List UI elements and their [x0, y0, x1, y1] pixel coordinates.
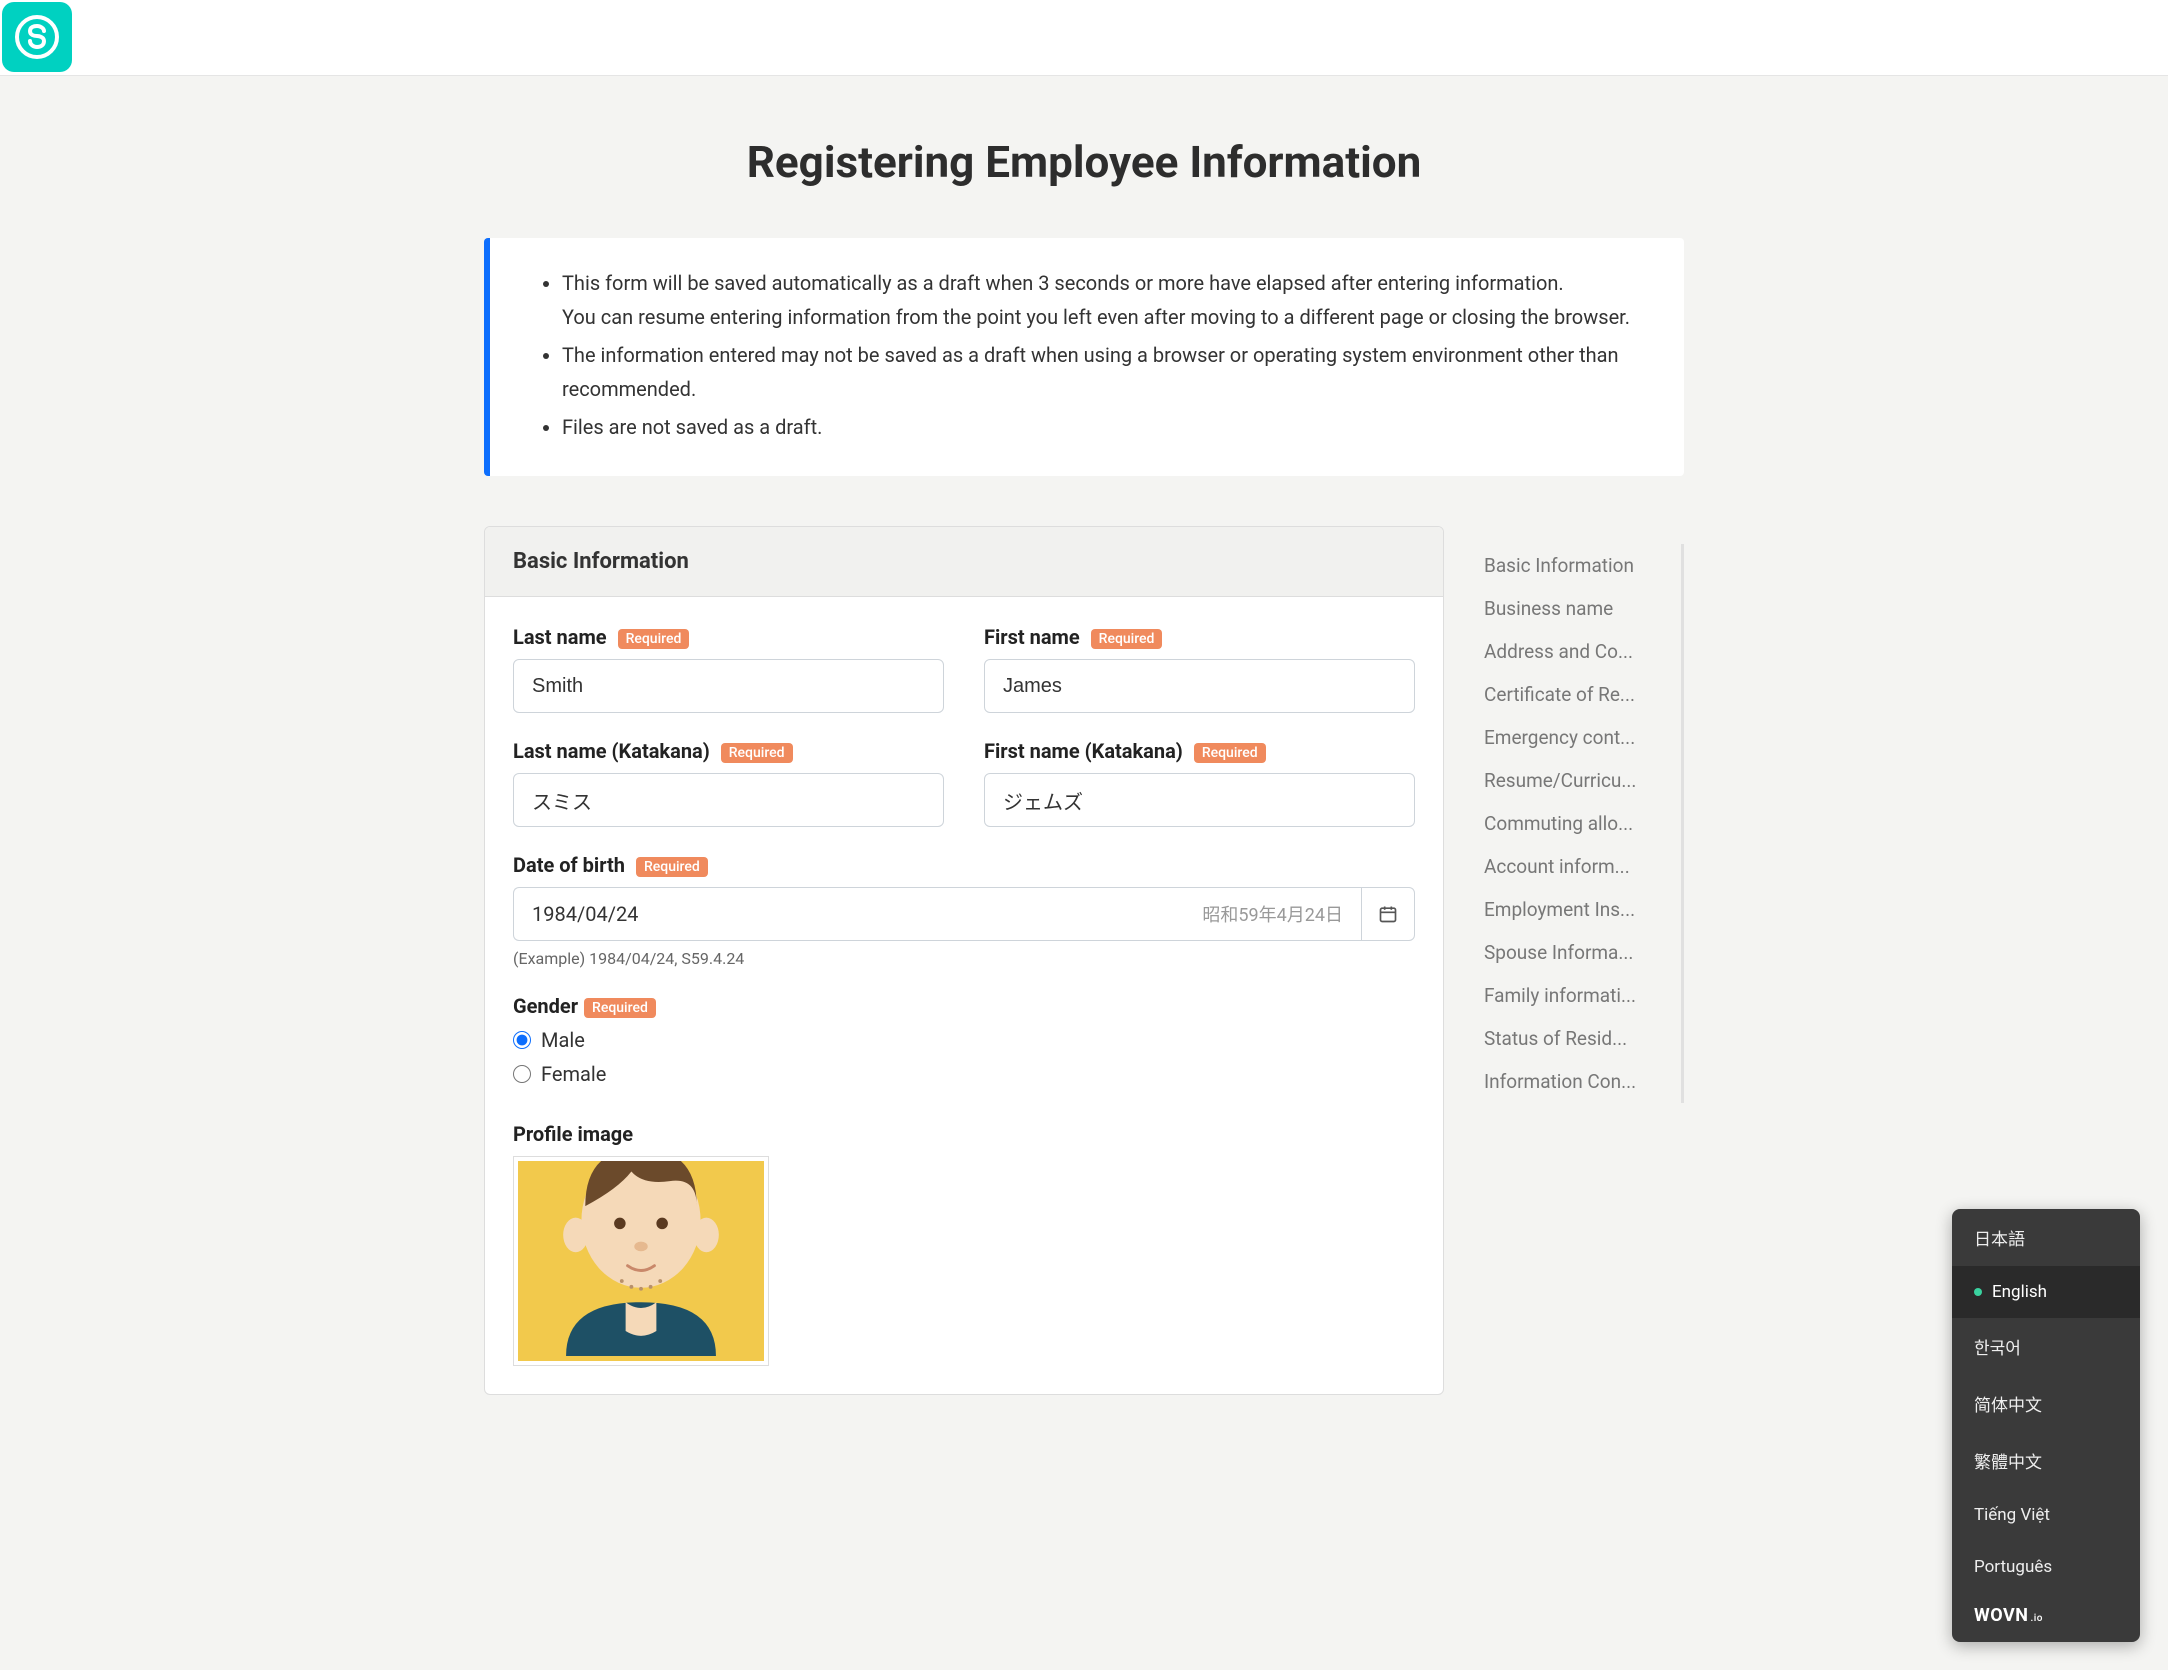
notice-item: Files are not saved as a draft.: [562, 410, 1644, 444]
section-nav: Basic Information Business name Address …: [1484, 544, 1684, 1103]
last-name-kana-label: Last name (Katakana) Required: [513, 739, 944, 763]
nav-item-employment-ins[interactable]: Employment Ins...: [1484, 888, 1681, 931]
nav-item-info-con[interactable]: Information Con...: [1484, 1060, 1681, 1103]
dob-input[interactable]: 1984/04/24 昭和59年4月24日: [513, 887, 1361, 941]
nav-item-family[interactable]: Family informati...: [1484, 974, 1681, 1017]
page-title: Registering Employee Information: [484, 136, 1684, 188]
notice-item: The information entered may not be saved…: [562, 338, 1644, 406]
basic-info-section: Basic Information Last name Required: [484, 526, 1444, 1395]
gender-male-option[interactable]: Male: [513, 1028, 1415, 1052]
last-name-label: Last name Required: [513, 625, 944, 649]
profile-image-label: Profile image: [513, 1122, 1415, 1146]
gender-male-radio[interactable]: [513, 1031, 531, 1049]
nav-item-resume[interactable]: Resume/Curricu...: [1484, 759, 1681, 802]
nav-item-spouse[interactable]: Spouse Informa...: [1484, 931, 1681, 974]
required-badge: Required: [584, 998, 656, 1018]
gender-female-option[interactable]: Female: [513, 1062, 1415, 1086]
first-name-kana-label: First name (Katakana) Required: [984, 739, 1415, 763]
nav-item-business-name[interactable]: Business name: [1484, 587, 1681, 630]
lang-option-ja[interactable]: 日本語: [1952, 1209, 2140, 1266]
language-widget: 日本語 English 한국어 简体中文 繁體中文 Tiếng Việt Por…: [1952, 1209, 2140, 1642]
last-name-kana-input[interactable]: [513, 773, 944, 827]
dob-jp-value: 昭和59年4月24日: [1202, 901, 1343, 927]
notice-item: This form will be saved automatically as…: [562, 266, 1644, 334]
required-badge: Required: [1091, 629, 1163, 649]
nav-item-emergency[interactable]: Emergency cont...: [1484, 716, 1681, 759]
last-name-input[interactable]: [513, 659, 944, 713]
section-header: Basic Information: [485, 527, 1443, 597]
required-badge: Required: [721, 743, 793, 763]
lang-option-vi[interactable]: Tiếng Việt: [1952, 1489, 2140, 1541]
gender-label: GenderRequired: [513, 994, 1415, 1018]
logo-icon: [13, 13, 61, 61]
first-name-label: First name Required: [984, 625, 1415, 649]
notice-box: This form will be saved automatically as…: [484, 238, 1684, 476]
nav-item-basic-info[interactable]: Basic Information: [1484, 544, 1681, 587]
lang-option-ko[interactable]: 한국어: [1952, 1318, 2140, 1375]
nav-item-commuting[interactable]: Commuting allo...: [1484, 802, 1681, 845]
lang-option-en[interactable]: English: [1952, 1266, 2140, 1318]
gender-female-radio[interactable]: [513, 1065, 531, 1083]
dob-label: Date of birth Required: [513, 853, 1415, 877]
lang-option-pt[interactable]: Português: [1952, 1541, 2140, 1593]
calendar-icon: [1378, 904, 1398, 924]
active-dot-icon: [1974, 1288, 1982, 1296]
first-name-input[interactable]: [984, 659, 1415, 713]
nav-item-account[interactable]: Account inform...: [1484, 845, 1681, 888]
top-bar: [0, 0, 2168, 76]
first-name-kana-input[interactable]: [984, 773, 1415, 827]
dob-value: 1984/04/24: [532, 902, 638, 926]
language-widget-brand[interactable]: WOVN.io: [1952, 1593, 2140, 1642]
section-title: Basic Information: [513, 549, 1415, 574]
language-list: 日本語 English 한국어 简体中文 繁體中文 Tiếng Việt Por…: [1952, 1209, 2140, 1593]
nav-item-residence[interactable]: Status of Resid...: [1484, 1017, 1681, 1060]
app-logo[interactable]: [2, 2, 72, 72]
lang-option-zh-cn[interactable]: 简体中文: [1952, 1375, 2140, 1432]
profile-image-thumb[interactable]: [513, 1156, 769, 1366]
required-badge: Required: [618, 629, 690, 649]
lang-option-zh-tw[interactable]: 繁體中文: [1952, 1432, 2140, 1489]
dob-helper: (Example) 1984/04/24, S59.4.24: [513, 949, 1415, 968]
required-badge: Required: [636, 857, 708, 877]
nav-item-address[interactable]: Address and Co...: [1484, 630, 1681, 673]
nav-item-certificate[interactable]: Certificate of Re...: [1484, 673, 1681, 716]
dob-calendar-button[interactable]: [1361, 887, 1415, 941]
notice-list: This form will be saved automatically as…: [530, 266, 1644, 444]
required-badge: Required: [1194, 743, 1266, 763]
avatar-icon: [518, 1161, 764, 1361]
